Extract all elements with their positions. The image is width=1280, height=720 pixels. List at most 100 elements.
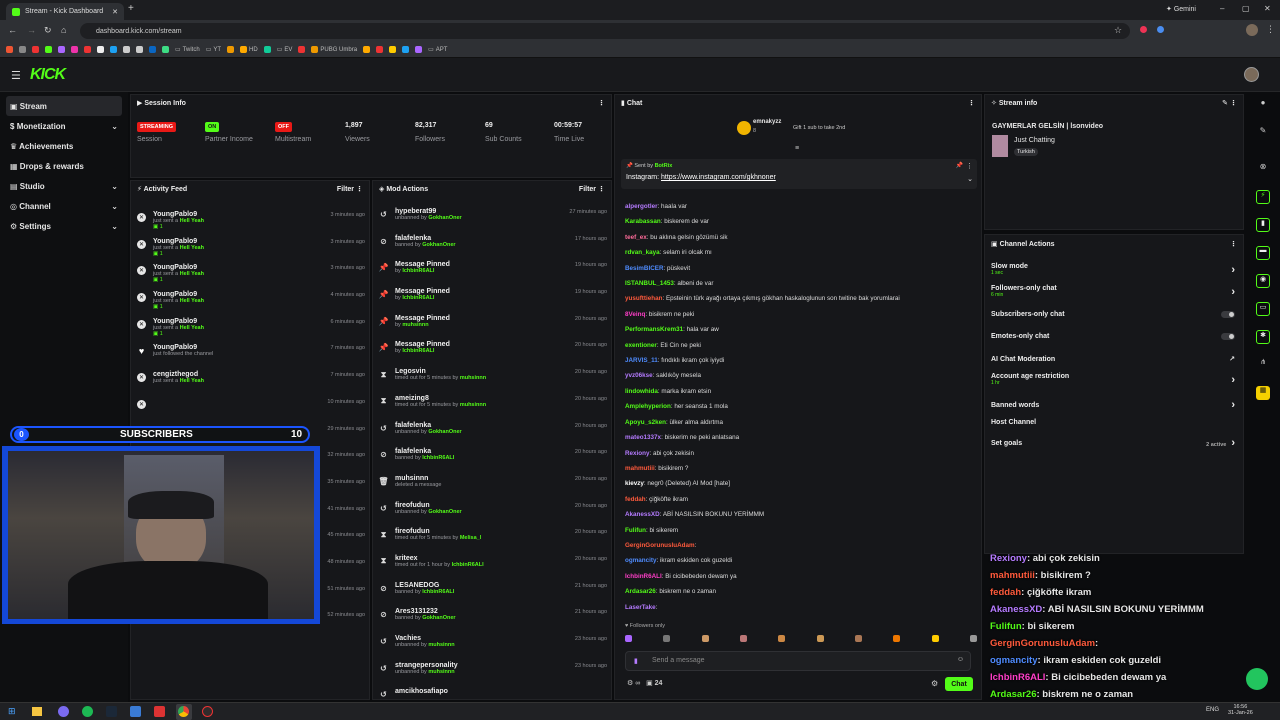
chevron-right-icon[interactable]: ›	[1231, 286, 1235, 298]
clip-icon[interactable]: ▮	[1256, 218, 1270, 232]
menu-dots-icon[interactable]: ⋮	[356, 186, 363, 193]
bookmark-icon[interactable]	[84, 46, 91, 53]
channel-action-item[interactable]: Slow mode 1 sec ›	[985, 263, 1241, 276]
chat-message[interactable]: Rexiony: abi çok zekisin	[625, 446, 977, 461]
gear-icon[interactable]: ⚙	[931, 679, 938, 688]
mod-action-item[interactable]: 📌 Message Pinned by IchbinR6ALI 19 hours ag…	[373, 284, 611, 311]
chat-username[interactable]: PerformansKrem31	[625, 326, 683, 333]
user-avatar[interactable]	[1244, 67, 1259, 82]
chat-message[interactable]: feddah: çiğköfte ikram	[625, 492, 977, 507]
hamburger-menu-icon[interactable]: ☰	[11, 69, 21, 82]
bookmark-icon[interactable]	[58, 46, 65, 53]
mod-action-item[interactable]: 🗑 muhsinnn deleted a message 20 hours ago	[373, 471, 611, 498]
mod-action-item[interactable]: ⧗ kriteex timed out for 1 hour by IchbinR6…	[373, 551, 611, 578]
menu-dots-icon[interactable]: ⋮	[1230, 100, 1237, 107]
channel-action-item[interactable]: Subscribers-only chat	[985, 311, 1241, 318]
chat-message[interactable]: alpergotler: haala var	[625, 199, 977, 214]
activity-item[interactable]: ✕ 10 minutes ago	[131, 394, 369, 421]
bookmark-icon[interactable]	[123, 46, 130, 53]
bookmark-icon[interactable]	[32, 46, 39, 53]
chat-username[interactable]: yusufttiehan	[625, 295, 662, 302]
chat-message[interactable]: AkanessXD: ABİ NASILSIN BOKUNU YERİMMM	[625, 507, 977, 522]
raid-icon[interactable]: ⚡	[1256, 190, 1270, 204]
channel-action-item[interactable]: Host Channel	[985, 419, 1241, 426]
chat-username[interactable]: Fulifun	[625, 527, 646, 534]
pin-icon[interactable]: 📌	[956, 162, 963, 169]
external-link-icon[interactable]: ↗	[1229, 355, 1235, 363]
bookmark-folder-twitch[interactable]: ▭ Twitch	[175, 46, 200, 54]
chat-message[interactable]: 8Veinq: bisikrem ne peki	[625, 307, 977, 322]
chat-message[interactable]: GerginGorunusluAdam:	[625, 538, 977, 553]
emote-icon[interactable]	[701, 635, 709, 642]
chat-username[interactable]: feddah	[625, 496, 646, 503]
emote-icon[interactable]	[931, 635, 939, 642]
close-tab-icon[interactable]: ✕	[112, 8, 118, 16]
chevron-right-icon[interactable]: ›	[1231, 399, 1235, 411]
mod-action-item[interactable]: 📌 Message Pinned by IchbinR6ALI 19 hours ag…	[373, 257, 611, 284]
mod-action-item[interactable]: ↺ Vachies unbanned by muhsinnn 23 hours ago	[373, 631, 611, 658]
file-explorer-icon[interactable]	[32, 707, 42, 716]
sidebar-item-channel[interactable]: ◎ Channel ⌄	[0, 196, 128, 216]
chat-username[interactable]: LaserTake	[625, 604, 656, 611]
chat-message[interactable]: PerformansKrem31: hala var aw	[625, 322, 977, 337]
ad-icon[interactable]: ▭	[1256, 302, 1270, 316]
chat-username[interactable]: kievzy	[625, 480, 644, 487]
new-tab-icon[interactable]: +	[128, 3, 134, 14]
mod-action-item[interactable]: ⊘ LESANEDOG banned by IchbinR6ALI 21 hours …	[373, 578, 611, 605]
message-icon[interactable]: ▬	[1256, 246, 1270, 260]
chat-username[interactable]: lindowhida	[625, 388, 658, 395]
chat-message[interactable]: yvz06kse: saklıköy mesela	[625, 368, 977, 383]
profile-avatar[interactable]	[1246, 24, 1258, 36]
mod-action-item[interactable]: ⧗ fireofudun timed out for 5 minutes by Me…	[373, 524, 611, 551]
menu-dots-icon[interactable]: ⋮	[1230, 240, 1237, 248]
chat-message[interactable]: exentioner: Eti Cin ne peki	[625, 338, 977, 353]
emoji-icon[interactable]: ☺	[957, 656, 964, 663]
chat-message[interactable]: Amplehyperion: her seansta 1 mola	[625, 399, 977, 414]
bookmark-icon[interactable]	[6, 46, 13, 53]
toggle-switch[interactable]	[1221, 311, 1235, 318]
menu-dots-icon[interactable]: ⋮	[598, 186, 605, 193]
chat-username[interactable]: ISTANBUL_1453	[625, 280, 674, 287]
back-icon[interactable]: ←	[8, 25, 17, 35]
category-name[interactable]: Just Chatting	[1014, 137, 1055, 144]
chat-username[interactable]: 8Veinq	[625, 311, 645, 318]
chat-username[interactable]: alpergotler	[625, 203, 658, 210]
chat-message[interactable]: mahmutiii: bisikirem ?	[625, 461, 977, 476]
chat-message[interactable]: Karabassan: biskerem de var	[625, 214, 977, 229]
emote-icon[interactable]	[663, 635, 671, 642]
chat-message[interactable]: LaserTake:	[625, 600, 977, 615]
chrome-taskbar-button[interactable]	[176, 704, 192, 720]
mod-action-item[interactable]: ↺ fireofudun unbanned by GokhanOner 20 hour…	[373, 498, 611, 525]
sidebar-item-drops[interactable]: ▦ Drops & rewards	[0, 156, 128, 176]
chat-input[interactable]: ▮ Send a message ☺	[625, 651, 971, 671]
bookmark-icon[interactable]	[402, 46, 410, 53]
browser-tab[interactable]: Stream - Kick Dashboard ✕	[6, 3, 124, 20]
channel-action-item[interactable]: Account age restriction 1 hr ›	[985, 373, 1241, 386]
channel-action-item[interactable]: Followers-only chat 6 min ›	[985, 285, 1241, 298]
chat-username[interactable]: exentioner	[625, 342, 657, 349]
app-icon[interactable]	[154, 706, 165, 717]
bookmark-pubg[interactable]: PUBG Umbra	[311, 46, 357, 53]
bookmark-star-icon[interactable]: ☆	[1114, 25, 1122, 36]
gemini-button[interactable]: ✦ Gemini	[1166, 5, 1196, 13]
target-icon[interactable]: ⊗	[1256, 162, 1270, 176]
reload-icon[interactable]: ↻	[44, 25, 52, 36]
sidebar-item-stream[interactable]: ▣ Stream	[6, 96, 122, 116]
toggle-switch[interactable]	[1221, 333, 1235, 340]
chevron-right-icon[interactable]: 2 active ›	[1206, 437, 1235, 449]
chat-message[interactable]: Ardasar26: biskrem ne o zaman	[625, 584, 977, 599]
chevron-down-icon[interactable]: ⌄	[967, 175, 973, 183]
sidebar-item-settings[interactable]: ⚙ Settings ⌄	[0, 216, 128, 236]
obs-icon[interactable]	[202, 706, 213, 717]
bookmark-folder-yt[interactable]: ▭ YT	[206, 46, 221, 54]
bookmark-icon[interactable]	[263, 46, 271, 53]
mod-action-item[interactable]: ↺ strangepersonality unbanned by muhsinnn 2…	[373, 658, 611, 685]
mod-action-item[interactable]: ⧗ Legosvin timed out for 5 minutes by muhs…	[373, 364, 611, 391]
emote-icon[interactable]	[893, 635, 901, 642]
chat-username[interactable]: mahmutiii	[625, 465, 655, 472]
clock[interactable]: 16:56 31-Jan-26	[1228, 704, 1253, 716]
prediction-icon[interactable]: ▦	[1256, 386, 1270, 400]
bookmark-folder-ev[interactable]: ▭ EV	[277, 46, 293, 54]
activity-item[interactable]: ✕ cengizthegod just sent a Hell Yeah 7 minu…	[131, 367, 369, 394]
mod-action-item[interactable]: ⊘ falafelenka banned by GokhanOner 17 hours…	[373, 231, 611, 258]
